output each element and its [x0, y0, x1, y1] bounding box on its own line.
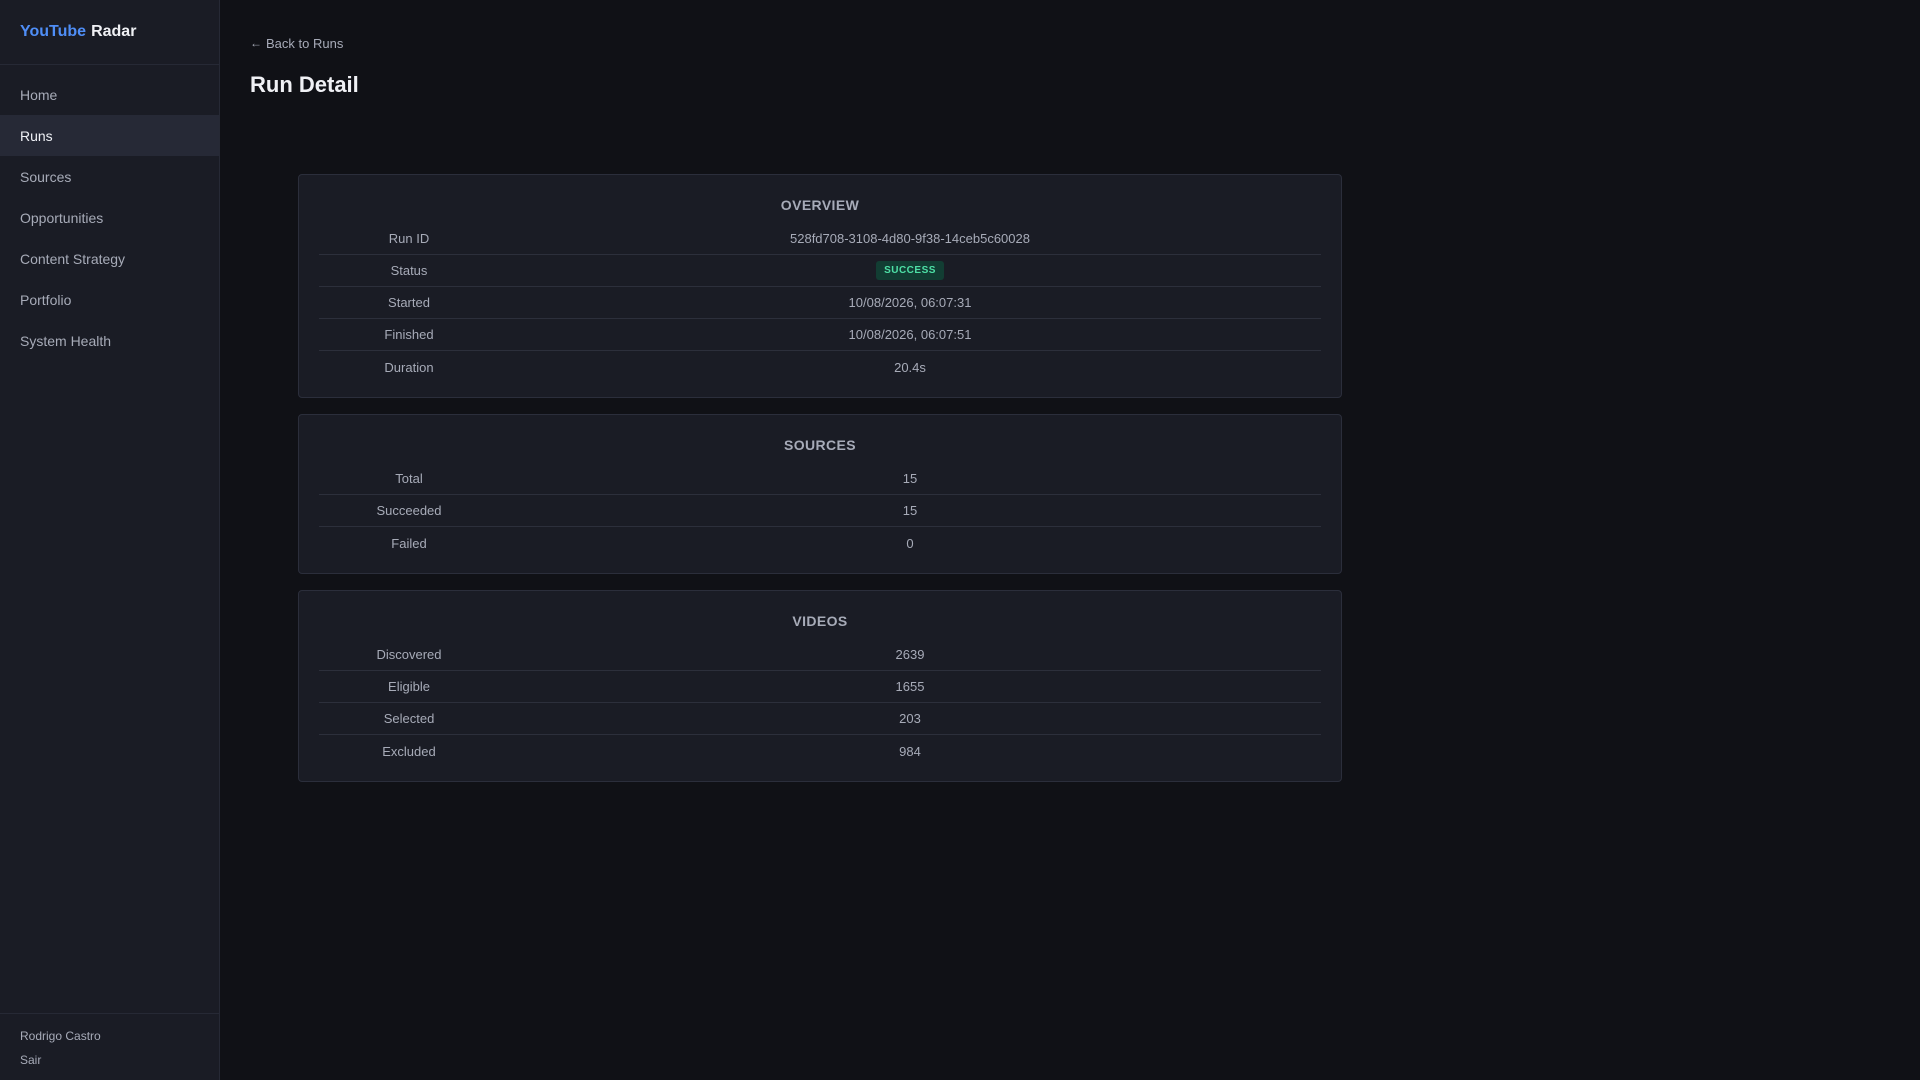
status-badge: SUCCESS	[876, 261, 944, 280]
videos-eligible-value: 1655	[895, 679, 925, 694]
table-row: Status SUCCESS	[319, 255, 1321, 287]
sidebar-item-home[interactable]: Home	[0, 74, 219, 115]
brand-rest: Radar	[91, 23, 137, 40]
sidebar-item-runs[interactable]: Runs	[0, 115, 219, 156]
sidebar: YouTube Radar Home Runs Sources Opportun…	[0, 0, 220, 1080]
sidebar-footer: Rodrigo Castro Sair	[0, 1013, 219, 1080]
row-label: Total	[395, 471, 423, 486]
detail-cards: OVERVIEW Run ID 528fd708-3108-4d80-9f38-…	[298, 174, 1342, 798]
back-link-label: Back to Runs	[266, 35, 344, 51]
table-row: Excluded 984	[319, 735, 1321, 767]
sidebar-item-label: Runs	[20, 127, 53, 144]
table-row: Discovered 2639	[319, 639, 1321, 671]
table-row: Total 15	[319, 463, 1321, 495]
overview-card: OVERVIEW Run ID 528fd708-3108-4d80-9f38-…	[298, 174, 1342, 398]
sources-failed-value: 0	[906, 535, 914, 551]
brand-logo[interactable]: YouTube Radar	[0, 0, 219, 65]
row-label: Succeeded	[376, 503, 442, 518]
main-content: ← Back to Runs Run Detail OVERVIEW Run I…	[220, 0, 1920, 1080]
table-row: Succeeded 15	[319, 495, 1321, 527]
table-row: Duration 20.4s	[319, 351, 1321, 383]
sidebar-item-label: Home	[20, 86, 58, 103]
sidebar-item-system-health[interactable]: System Health	[0, 320, 219, 361]
table-row: Eligible 1655	[319, 671, 1321, 703]
table-row: Finished 10/08/2026, 06:07:51	[319, 319, 1321, 351]
app-root: YouTube Radar Home Runs Sources Opportun…	[0, 0, 1920, 1080]
logout-link[interactable]: Sair	[20, 1052, 199, 1068]
row-label: Failed	[391, 535, 427, 551]
sidebar-item-label: Portfolio	[20, 291, 72, 308]
status-value: SUCCESS	[499, 261, 1321, 280]
videos-title: VIDEOS	[792, 613, 848, 629]
run-id-value: 528fd708-3108-4d80-9f38-14ceb5c60028	[790, 231, 1030, 246]
sidebar-item-label: Sources	[20, 168, 72, 185]
videos-excluded-value: 984	[899, 743, 921, 759]
arrow-left-icon: ←	[250, 36, 262, 50]
duration-value: 20.4s	[894, 359, 926, 375]
sidebar-item-portfolio[interactable]: Portfolio	[0, 279, 219, 320]
row-label: Finished	[384, 327, 434, 342]
row-label: Run ID	[388, 231, 430, 246]
user-name: Rodrigo Castro	[20, 1029, 101, 1043]
videos-discovered-value: 2639	[895, 647, 925, 662]
row-label: Eligible	[388, 679, 430, 694]
sources-total-value: 15	[902, 471, 918, 486]
table-row: Selected 203	[319, 703, 1321, 735]
sources-title: SOURCES	[783, 437, 857, 453]
page-title: Run Detail	[250, 72, 359, 97]
row-label: Started	[388, 295, 430, 310]
started-value: 10/08/2026, 06:07:31	[848, 295, 972, 310]
videos-card: VIDEOS Discovered 2639 Eligible 1655 Sel…	[298, 590, 1342, 782]
sidebar-nav: Home Runs Sources Opportunities Content …	[0, 65, 219, 1013]
back-to-runs-link[interactable]: ← Back to Runs	[250, 36, 343, 51]
row-label: Duration	[384, 359, 434, 375]
sidebar-item-sources[interactable]: Sources	[0, 156, 219, 197]
sources-succeeded-value: 15	[902, 503, 918, 518]
brand-accent: YouTube	[20, 23, 87, 40]
overview-title: OVERVIEW	[780, 197, 860, 213]
row-label: Discovered	[376, 647, 442, 662]
table-row: Run ID 528fd708-3108-4d80-9f38-14ceb5c60…	[319, 223, 1321, 255]
sidebar-item-label: Content Strategy	[20, 250, 126, 267]
sidebar-item-opportunities[interactable]: Opportunities	[0, 197, 219, 238]
sidebar-item-content-strategy[interactable]: Content Strategy	[0, 238, 219, 279]
table-row: Failed 0	[319, 527, 1321, 559]
finished-value: 10/08/2026, 06:07:51	[848, 327, 972, 342]
row-label: Status	[390, 263, 428, 278]
sidebar-item-label: Opportunities	[20, 209, 104, 226]
row-label: Excluded	[382, 743, 436, 759]
row-label: Selected	[383, 711, 435, 726]
sidebar-item-label: System Health	[20, 332, 112, 349]
sources-card: SOURCES Total 15 Succeeded 15 Failed 0	[298, 414, 1342, 574]
table-row: Started 10/08/2026, 06:07:31	[319, 287, 1321, 319]
videos-selected-value: 203	[899, 711, 921, 726]
